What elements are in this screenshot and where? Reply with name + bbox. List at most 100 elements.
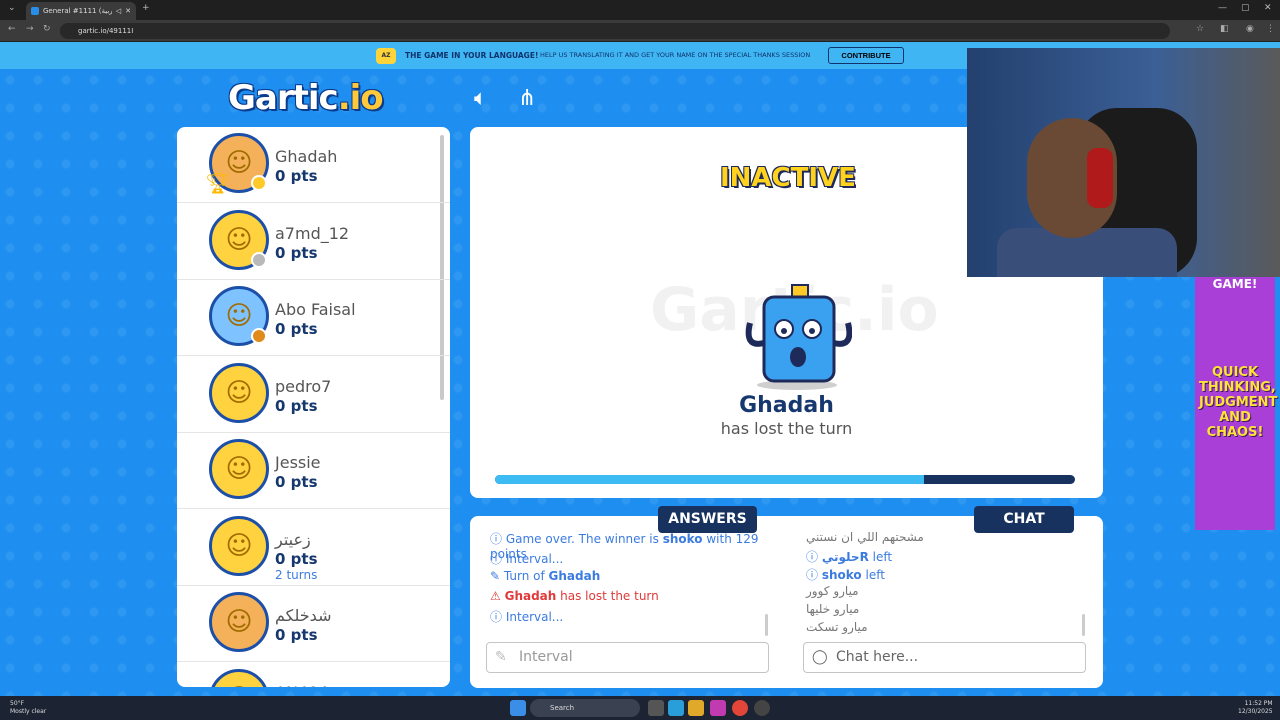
forward-icon[interactable]: → xyxy=(26,24,34,34)
log-icon: ⚠ xyxy=(490,588,501,603)
chat-input[interactable]: ◯ Chat here... xyxy=(803,642,1086,673)
browser-tab[interactable]: General #1111 (العربية) - Gartic.io ◁ ✕ xyxy=(26,2,136,20)
chat-scrollbar[interactable] xyxy=(1082,614,1085,636)
player-avatar: ☺ xyxy=(209,439,269,499)
log-entry: ميارو تسكت xyxy=(806,620,868,634)
webcam-headphones xyxy=(1087,148,1113,208)
log-entry: ⓘ Interval... xyxy=(490,610,564,624)
log-icon: ⓘ xyxy=(490,532,503,546)
side-advertisement[interactable]: GAME! QUICK THINKING, JUDGMENT AND CHAOS… xyxy=(1195,277,1278,530)
log-entry: ⓘ Interval... xyxy=(490,551,564,566)
log-entry: ⚠ Ghadah has lost the turn xyxy=(490,588,659,603)
tab-answers[interactable]: ANSWERS xyxy=(658,506,757,533)
player-name: Ghadah xyxy=(275,147,338,166)
player-avatar: ☺ xyxy=(209,592,269,652)
file-explorer-icon[interactable] xyxy=(688,700,704,716)
player-points: 0 pts xyxy=(275,243,318,262)
player-points: 0 pts xyxy=(275,626,318,644)
player-points: 0 pts xyxy=(275,320,318,338)
player-name: pedro7 xyxy=(275,376,332,396)
edge-icon[interactable] xyxy=(668,700,684,716)
player-points: 0 pts xyxy=(275,396,318,415)
browser-tab-bar: ⌄ General #1111 (العربية) - Gartic.io ◁ … xyxy=(0,0,1280,20)
webcam-overlay xyxy=(967,48,1280,277)
contribute-button[interactable]: CONTRIBUTE xyxy=(828,47,904,64)
back-icon[interactable]: ← xyxy=(8,24,16,34)
log-entry: ⓘ shoko left xyxy=(806,568,885,582)
sound-icon[interactable]: 🔈︎ xyxy=(474,86,487,111)
address-bar-area: ← → ↻ gartic.io/49111I ☆ ◧ ◉ ⋮ xyxy=(0,20,1280,42)
player-row[interactable]: ☺ شدخلكم 0 pts xyxy=(177,586,450,662)
player-points: 0 pts xyxy=(275,167,318,185)
game-page: AZ THE GAME IN YOUR LANGUAGE! HELP US TR… xyxy=(0,42,1280,696)
player-avatar: ☺ xyxy=(209,362,269,423)
log-entry: ✎ Turn of Ghadah xyxy=(490,569,601,583)
bookmark-star-icon[interactable]: ☆ xyxy=(1196,24,1204,34)
player-points: 0 pts xyxy=(275,549,318,568)
start-icon[interactable] xyxy=(510,700,526,716)
log-icon: ⓘ xyxy=(806,550,819,564)
search-icon: ◯ xyxy=(812,649,828,665)
turn-timer-bar xyxy=(495,475,1075,484)
player-row[interactable]: ☺ pedro7 0 pts xyxy=(177,357,450,433)
ad-top-text: GAME! xyxy=(1212,277,1258,291)
log-icon: ⓘ xyxy=(806,568,819,582)
menu-icon[interactable]: ⋮ xyxy=(1266,24,1275,34)
share-icon[interactable]: ⋔ xyxy=(518,86,536,111)
ad-text: QUICK THINKING, JUDGMENT AND CHAOS! xyxy=(1199,365,1278,440)
player-row[interactable]: ☺ زعيتر 0 pts 2 turns xyxy=(177,510,450,586)
players-list: ☺ 🏆︎ Ghadah 0 pts ☺ a7md_12 0 pts ☺ Abo Faisal 0 … xyxy=(177,127,450,687)
favicon-icon xyxy=(31,7,39,15)
weather-widget[interactable]: 50°F Mostly clear xyxy=(10,700,46,716)
player-name: زعيتر xyxy=(275,529,311,549)
player-name: شدخلكم xyxy=(275,606,332,625)
reload-icon[interactable]: ↻ xyxy=(43,24,51,34)
player-row[interactable]: ☺ 🏆︎ Ghadah 0 pts xyxy=(177,127,450,203)
close-window-icon[interactable]: ✕ xyxy=(1264,3,1272,13)
log-icon: ⓘ xyxy=(490,610,503,624)
gartic-logo[interactable]: Gartic.io xyxy=(228,78,384,118)
minimize-icon[interactable]: — xyxy=(1218,3,1227,13)
task-view-icon[interactable] xyxy=(648,700,664,716)
player-name: Jessie xyxy=(275,453,321,472)
close-tab-icon[interactable]: ✕ xyxy=(125,7,131,15)
player-points: 0 pts xyxy=(275,473,318,491)
player-name: a7md_12 xyxy=(275,223,350,243)
player-status-dot xyxy=(251,175,267,191)
answer-input[interactable]: ✎ Interval xyxy=(486,642,769,673)
tab-chat[interactable]: CHAT xyxy=(974,506,1074,533)
new-tab-icon[interactable]: + xyxy=(142,3,150,13)
player-row[interactable]: ☺ a7md_12 0 pts xyxy=(177,204,450,280)
trophy-icon: 🏆︎ xyxy=(205,171,231,195)
clock[interactable]: 11:52 PM 12/30/2025 xyxy=(1238,700,1273,716)
mute-tab-icon[interactable]: ◁ xyxy=(116,7,121,15)
answers-chat-panel: ⓘ Game over. The winner is shoko with 12… xyxy=(470,516,1103,688)
player-avatar: ☺ xyxy=(209,515,269,576)
log-icon: ✎ xyxy=(490,569,501,583)
lost-turn-player-name: Ghadah xyxy=(739,393,834,418)
extensions-icon[interactable]: ◧ xyxy=(1220,24,1229,34)
player-row[interactable]: ☺ AN404 xyxy=(177,663,450,687)
url-input[interactable]: gartic.io/49111I xyxy=(60,23,1170,39)
log-entry: ميارو خليها xyxy=(806,602,860,616)
taskbar-search[interactable]: Search xyxy=(530,699,640,717)
player-row[interactable]: ☺ Jessie 0 pts xyxy=(177,433,450,509)
log-entry: ⓘ حلوتيR left xyxy=(806,550,893,564)
lost-turn-message: has lost the turn xyxy=(720,419,853,438)
obs-icon[interactable] xyxy=(754,700,770,716)
windows-taskbar: 50°F Mostly clear Search 11:52 PM 12/30/… xyxy=(0,696,1280,720)
chrome-icon[interactable] xyxy=(732,700,748,716)
tab-title: General #1111 (العربية) - Gartic.io xyxy=(43,7,112,15)
player-row[interactable]: ☺ Abo Faisal 0 pts xyxy=(177,280,450,356)
pencil-icon: ✎ xyxy=(495,649,507,665)
player-turns: 2 turns xyxy=(275,567,318,582)
language-icon: AZ xyxy=(376,48,396,64)
turn-timer-fill xyxy=(495,475,925,484)
maximize-icon[interactable]: ▢ xyxy=(1241,3,1250,13)
answers-scrollbar[interactable] xyxy=(765,614,768,636)
app-icon[interactable] xyxy=(710,700,726,716)
tab-list-icon[interactable]: ⌄ xyxy=(8,3,16,13)
profile-icon[interactable]: ◉ xyxy=(1246,24,1254,34)
log-entry: ميارو كوور xyxy=(806,584,859,598)
player-status-dot xyxy=(251,328,267,344)
